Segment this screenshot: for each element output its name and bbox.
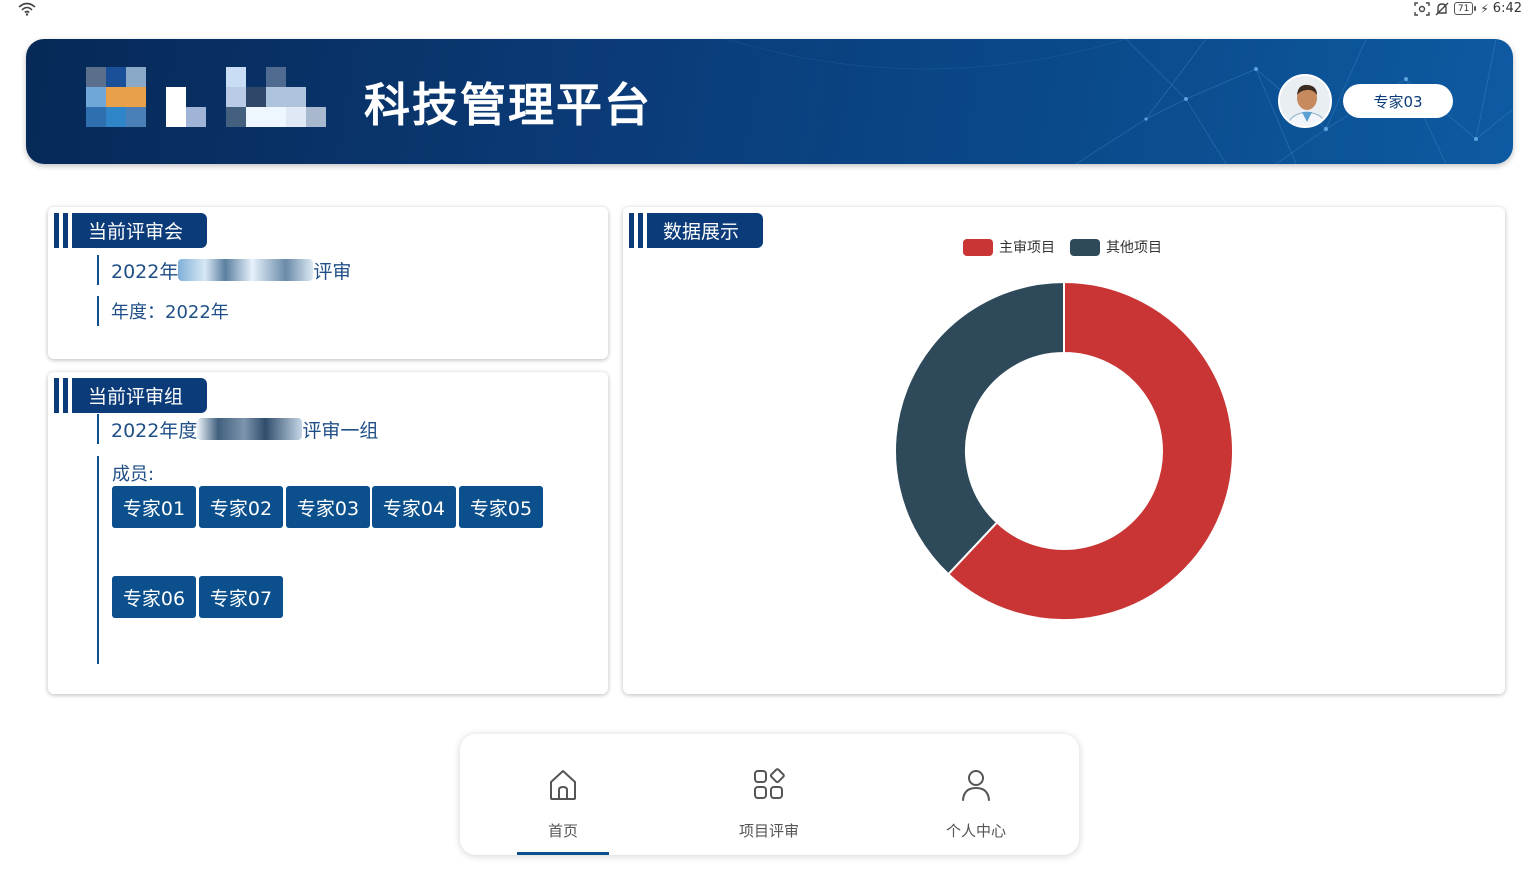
- group-name: 2022年度 评审一组: [97, 414, 378, 444]
- meeting-name-prefix: 2022年: [111, 260, 179, 283]
- battery-level: 71: [1457, 3, 1470, 14]
- group-name-suffix: 评审一组: [302, 419, 379, 442]
- meeting-name: 2022年 评审: [97, 255, 351, 285]
- nav-label-project-review: 项目评审: [738, 822, 799, 840]
- nav-item-personal-center[interactable]: 个人中心: [906, 734, 1046, 855]
- wifi-icon: [18, 2, 36, 16]
- expert-chip[interactable]: 专家04: [372, 486, 456, 528]
- tab-stripe: [63, 213, 68, 248]
- active-tab-indicator: [517, 852, 609, 855]
- group-name-prefix: 2022年度: [111, 419, 198, 442]
- data-display-card: 数据展示 主审项目 其他项目: [623, 207, 1505, 694]
- redacted-text: [178, 259, 314, 281]
- tab-stripe: [54, 213, 59, 248]
- members-label: 成员:: [112, 464, 155, 485]
- nav-item-home[interactable]: 首页: [493, 734, 633, 855]
- tab-stripe: [63, 378, 68, 413]
- nav-label-home: 首页: [547, 822, 578, 840]
- group-card-tab: 当前评审组: [54, 378, 208, 413]
- apps-grid-icon: [754, 768, 785, 799]
- mute-bell-icon: [1435, 2, 1449, 15]
- meeting-name-suffix: 评审: [313, 260, 352, 283]
- expert-chip[interactable]: 专家03: [286, 486, 370, 528]
- donut-chart: [894, 280, 1234, 621]
- expert-chip[interactable]: 专家01: [112, 486, 196, 528]
- expert-chip[interactable]: 专家05: [459, 486, 543, 528]
- meeting-card-title: 当前评审会: [72, 213, 208, 248]
- group-card-title: 当前评审组: [72, 378, 208, 413]
- header-banner: 科技管理平台 专家03: [26, 39, 1513, 164]
- screenshot-icon: [1414, 1, 1430, 16]
- tab-stripe: [54, 378, 59, 413]
- platform-title: 科技管理平台: [364, 78, 652, 132]
- user-name-button[interactable]: 专家03: [1343, 84, 1453, 118]
- redacted-text: [197, 418, 303, 440]
- status-bar: 71 ⚡ 6:42: [0, 0, 1534, 20]
- nav-label-personal-center: 个人中心: [945, 822, 1006, 840]
- current-meeting-card: 当前评审会 2022年 评审 年度：2022年: [48, 207, 608, 359]
- battery-icon: 71: [1453, 2, 1477, 15]
- clock-time: 6:42: [1492, 1, 1522, 16]
- person-icon: [962, 770, 990, 801]
- home-icon: [550, 770, 576, 800]
- charging-icon: ⚡: [1480, 1, 1489, 16]
- members-section: 成员: 专家01 专家02 专家03 专家04 专家05 专家06 专家07: [97, 456, 577, 664]
- bottom-navigation: 首页 项目评审 个人中心: [460, 734, 1079, 855]
- meeting-card-tab: 当前评审会: [54, 213, 208, 248]
- expert-chip[interactable]: 专家02: [199, 486, 283, 528]
- expert-chip[interactable]: 专家07: [199, 576, 283, 618]
- expert-chip[interactable]: 专家06: [112, 576, 196, 618]
- meeting-year: 年度：2022年: [97, 296, 229, 326]
- current-group-card: 当前评审组 2022年度 评审一组 成员: 专家01 专家02 专家03 专家0…: [48, 372, 608, 694]
- donut-slice-other[interactable]: [894, 280, 1065, 576]
- nav-item-project-review[interactable]: 项目评审: [699, 734, 839, 855]
- user-avatar[interactable]: [1278, 74, 1332, 128]
- organization-logo-redacted: [86, 67, 356, 129]
